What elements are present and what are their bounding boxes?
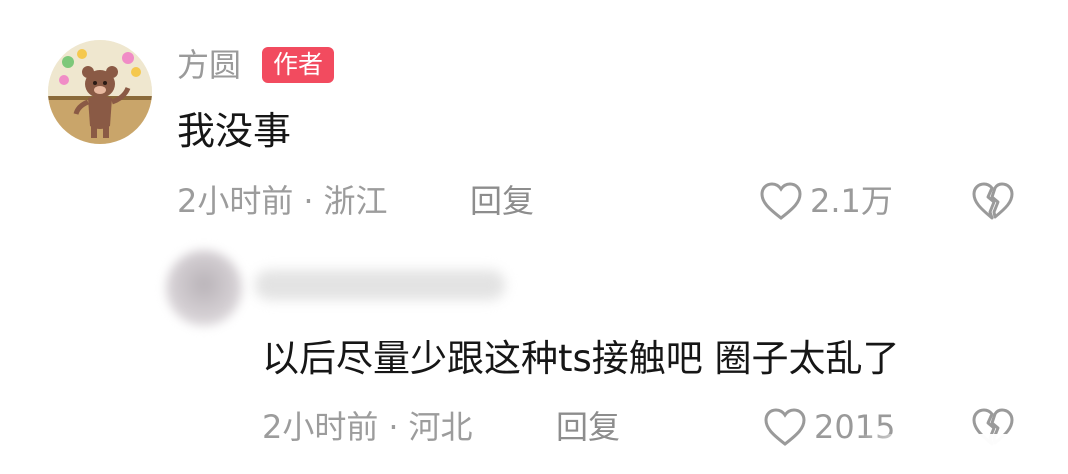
reply-reply-button[interactable]: 回复 <box>556 406 620 448</box>
meta-separator: · <box>303 182 314 220</box>
reply-button[interactable]: 回复 <box>470 180 534 222</box>
replier-name[interactable] <box>255 270 505 300</box>
broken-heart-icon[interactable] <box>970 180 1016 222</box>
comment-time: 2小时前 <box>177 182 294 220</box>
reply-location: 河北 <box>408 408 473 446</box>
heart-icon <box>760 182 802 220</box>
author-badge: 作者 <box>262 47 335 83</box>
comment-location: 浙江 <box>323 182 388 220</box>
author-name[interactable]: 方圆 <box>177 44 241 86</box>
reply-time: 2小时前 <box>262 408 379 446</box>
author-avatar[interactable] <box>48 40 152 144</box>
comment-text: 我没事 <box>177 109 292 153</box>
reply-text: 以后尽量少跟这种ts接触吧 圈子太乱了 <box>262 337 900 380</box>
like-button[interactable]: 2.1万 <box>758 180 893 222</box>
like-count: 2.1万 <box>810 182 893 220</box>
heart-icon <box>764 408 806 446</box>
comment-meta: 2小时前 · 浙江 <box>177 180 388 222</box>
reply-meta: 2小时前 · 河北 <box>262 406 473 448</box>
watermark <box>858 434 1068 474</box>
meta-separator: · <box>388 408 399 446</box>
replier-avatar[interactable] <box>166 250 242 326</box>
